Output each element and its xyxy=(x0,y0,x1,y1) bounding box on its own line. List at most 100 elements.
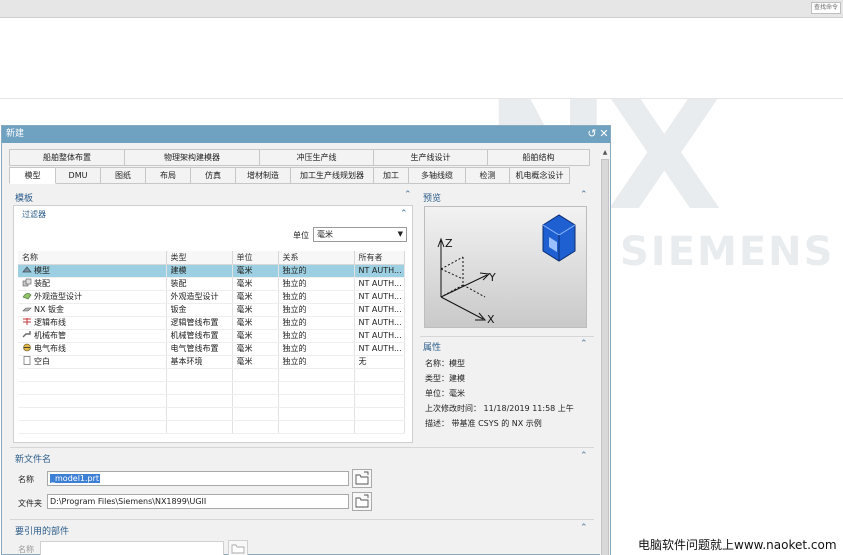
column-header-unit[interactable]: 单位 xyxy=(232,251,279,265)
tab-inspection[interactable]: 检测 xyxy=(466,167,510,184)
collapse-properties-icon[interactable]: ⌃ xyxy=(580,339,588,349)
table-row[interactable]: 机械布管 机械管线布置 毫米 独立的 NT AUTH... xyxy=(18,329,405,343)
column-header-relation[interactable]: 关系 xyxy=(278,251,355,265)
table-row[interactable]: 电气布线 电气管线布置 毫米 独立的 NT AUTH... xyxy=(18,342,405,356)
new-file-dialog: 新建 ↺ ✕ 船舶整体布置 物理架构建模器 冲压生产线 生产线设计 船舶结构 模… xyxy=(1,125,611,555)
referenced-parts-header[interactable]: 要引用的部件 xyxy=(15,524,69,537)
table-row[interactable]: 空白 基本环境 毫米 独立的 无 xyxy=(18,355,405,369)
chevron-down-icon: ▼ xyxy=(397,230,403,238)
cell-name: 装配 xyxy=(34,279,50,288)
tab-mechatronics[interactable]: 机电概念设计 xyxy=(510,167,570,184)
folder-input[interactable]: D:\Program Files\Siemens\NX1899\UGII xyxy=(47,494,349,509)
scrollbar-thumb[interactable] xyxy=(601,159,609,555)
tab-line-designer[interactable]: 生产线设计 xyxy=(374,149,488,166)
referenced-name-input[interactable] xyxy=(40,541,224,555)
tab-row-2: 模型 DMU 图纸 布局 仿真 增材制造 加工生产线规划器 加工 多轴线缆 检测… xyxy=(9,167,570,184)
dialog-scrollbar[interactable]: ▲ xyxy=(600,149,610,555)
table-row-empty xyxy=(18,381,405,395)
cell-name: 电气布线 xyxy=(34,344,66,353)
cell-owner: NT AUTH... xyxy=(354,290,405,304)
table-row[interactable]: 逻辑布线 逻辑管线布置 毫米 独立的 NT AUTH... xyxy=(18,316,405,330)
close-icon[interactable]: ✕ xyxy=(597,127,611,141)
open-folder-icon xyxy=(355,494,369,508)
filename-input[interactable]: _model1.prt xyxy=(47,471,349,486)
filename-label: 名称 xyxy=(18,475,34,484)
cell-owner: NT AUTH... xyxy=(354,264,405,278)
table-row[interactable]: NX 钣金 钣金 毫米 独立的 NT AUTH... xyxy=(18,303,405,317)
cell-type: 电气管线布置 xyxy=(166,342,233,356)
cell-unit: 毫米 xyxy=(232,303,279,317)
templates-header[interactable]: 模板 xyxy=(15,191,33,204)
shape-studio-icon xyxy=(22,291,32,300)
cell-name: NX 钣金 xyxy=(34,305,65,314)
tab-drawing[interactable]: 图纸 xyxy=(101,167,146,184)
tab-layout[interactable]: 布局 xyxy=(146,167,191,184)
watermark-text: 电脑软件问题就上www.naoket.com xyxy=(638,538,837,552)
siemens-logo: SIEMENS xyxy=(620,229,835,275)
table-row[interactable]: 外观造型设计 外观造型设计 毫米 独立的 NT AUTH... xyxy=(18,290,405,304)
referenced-name-label: 名称 xyxy=(18,545,34,554)
logical-routing-icon xyxy=(22,317,32,326)
unit-dropdown[interactable]: 毫米 ▼ xyxy=(313,227,407,242)
collapse-new-filename-icon[interactable]: ⌃ xyxy=(580,451,588,461)
cell-owner: NT AUTH... xyxy=(354,329,405,343)
browse-file-button[interactable] xyxy=(352,469,372,488)
cell-unit: 毫米 xyxy=(232,290,279,304)
unit-label: 单位 xyxy=(293,231,309,240)
electrical-routing-icon xyxy=(22,343,32,352)
table-header-row: 名称 类型 单位 关系 所有者 xyxy=(18,251,405,265)
new-filename-header[interactable]: 新文件名 xyxy=(15,452,51,465)
tab-row-1: 船舶整体布置 物理架构建模器 冲压生产线 生产线设计 船舶结构 xyxy=(9,149,590,166)
model-icon xyxy=(22,265,32,274)
tab-ship-general-arrangement[interactable]: 船舶整体布置 xyxy=(9,149,125,166)
templates-table: 名称 类型 单位 关系 所有者 模型 建模 毫米 独立的 NT AUTH... … xyxy=(18,251,405,434)
cell-type: 机械管线布置 xyxy=(166,329,233,343)
tab-ship-structures[interactable]: 船舶结构 xyxy=(488,149,590,166)
scroll-up-icon[interactable]: ▲ xyxy=(600,149,610,156)
column-header-name[interactable]: 名称 xyxy=(18,251,167,265)
tab-additive-manufacturing[interactable]: 增材制造 xyxy=(236,167,291,184)
table-row-empty xyxy=(18,420,405,434)
tab-multi-axis-cable[interactable]: 多轴线缆 xyxy=(409,167,466,184)
tab-line-planner[interactable]: 加工生产线规划器 xyxy=(291,167,374,184)
tab-dmu[interactable]: DMU xyxy=(56,167,101,184)
cell-unit: 毫米 xyxy=(232,342,279,356)
table-row[interactable]: 装配 装配 毫米 独立的 NT AUTH... xyxy=(18,277,405,291)
axis-x-label: X xyxy=(487,313,495,326)
preview-image: Z Y X xyxy=(424,206,587,328)
tab-physical-architecture[interactable]: 物理架构建模器 xyxy=(125,149,260,166)
tab-model[interactable]: 模型 xyxy=(9,167,56,184)
table-row-empty xyxy=(18,407,405,421)
collapse-templates-icon[interactable]: ⌃ xyxy=(404,190,412,200)
column-header-type[interactable]: 类型 xyxy=(166,251,233,265)
dialog-title-bar: 新建 xyxy=(2,126,610,143)
blank-icon xyxy=(22,356,32,365)
tab-press-line[interactable]: 冲压生产线 xyxy=(260,149,374,166)
cell-type: 逻辑管线布置 xyxy=(166,316,233,330)
properties-header[interactable]: 属性 xyxy=(423,340,441,353)
cell-unit: 毫米 xyxy=(232,316,279,330)
column-header-owner[interactable]: 所有者 xyxy=(354,251,405,265)
divider xyxy=(420,336,594,337)
tab-manufacturing[interactable]: 加工 xyxy=(374,167,409,184)
browse-folder-button[interactable] xyxy=(352,492,372,511)
cell-name: 逻辑布线 xyxy=(34,318,66,327)
cell-name: 机械布管 xyxy=(34,331,66,340)
tab-simulation[interactable]: 仿真 xyxy=(191,167,236,184)
open-folder-icon xyxy=(231,544,245,554)
cell-unit: 毫米 xyxy=(232,355,279,369)
cell-name: 空白 xyxy=(34,357,50,366)
collapse-filter-icon[interactable]: ⌃ xyxy=(400,209,408,219)
table-row[interactable]: 模型 建模 毫米 独立的 NT AUTH... xyxy=(18,264,405,278)
cell-relation: 独立的 xyxy=(278,329,355,343)
collapse-referenced-parts-icon[interactable]: ⌃ xyxy=(580,523,588,533)
command-search-input[interactable]: 查找命令 xyxy=(811,2,841,14)
preview-header[interactable]: 预览 xyxy=(423,191,441,204)
divider xyxy=(10,447,594,448)
folder-label: 文件夹 xyxy=(18,499,42,508)
collapse-preview-icon[interactable]: ⌃ xyxy=(580,190,588,200)
unit-value: 毫米 xyxy=(317,230,333,239)
browse-referenced-button[interactable] xyxy=(228,540,248,555)
axis-y-label: Y xyxy=(488,271,496,284)
filter-header[interactable]: 过滤器 xyxy=(22,209,46,220)
